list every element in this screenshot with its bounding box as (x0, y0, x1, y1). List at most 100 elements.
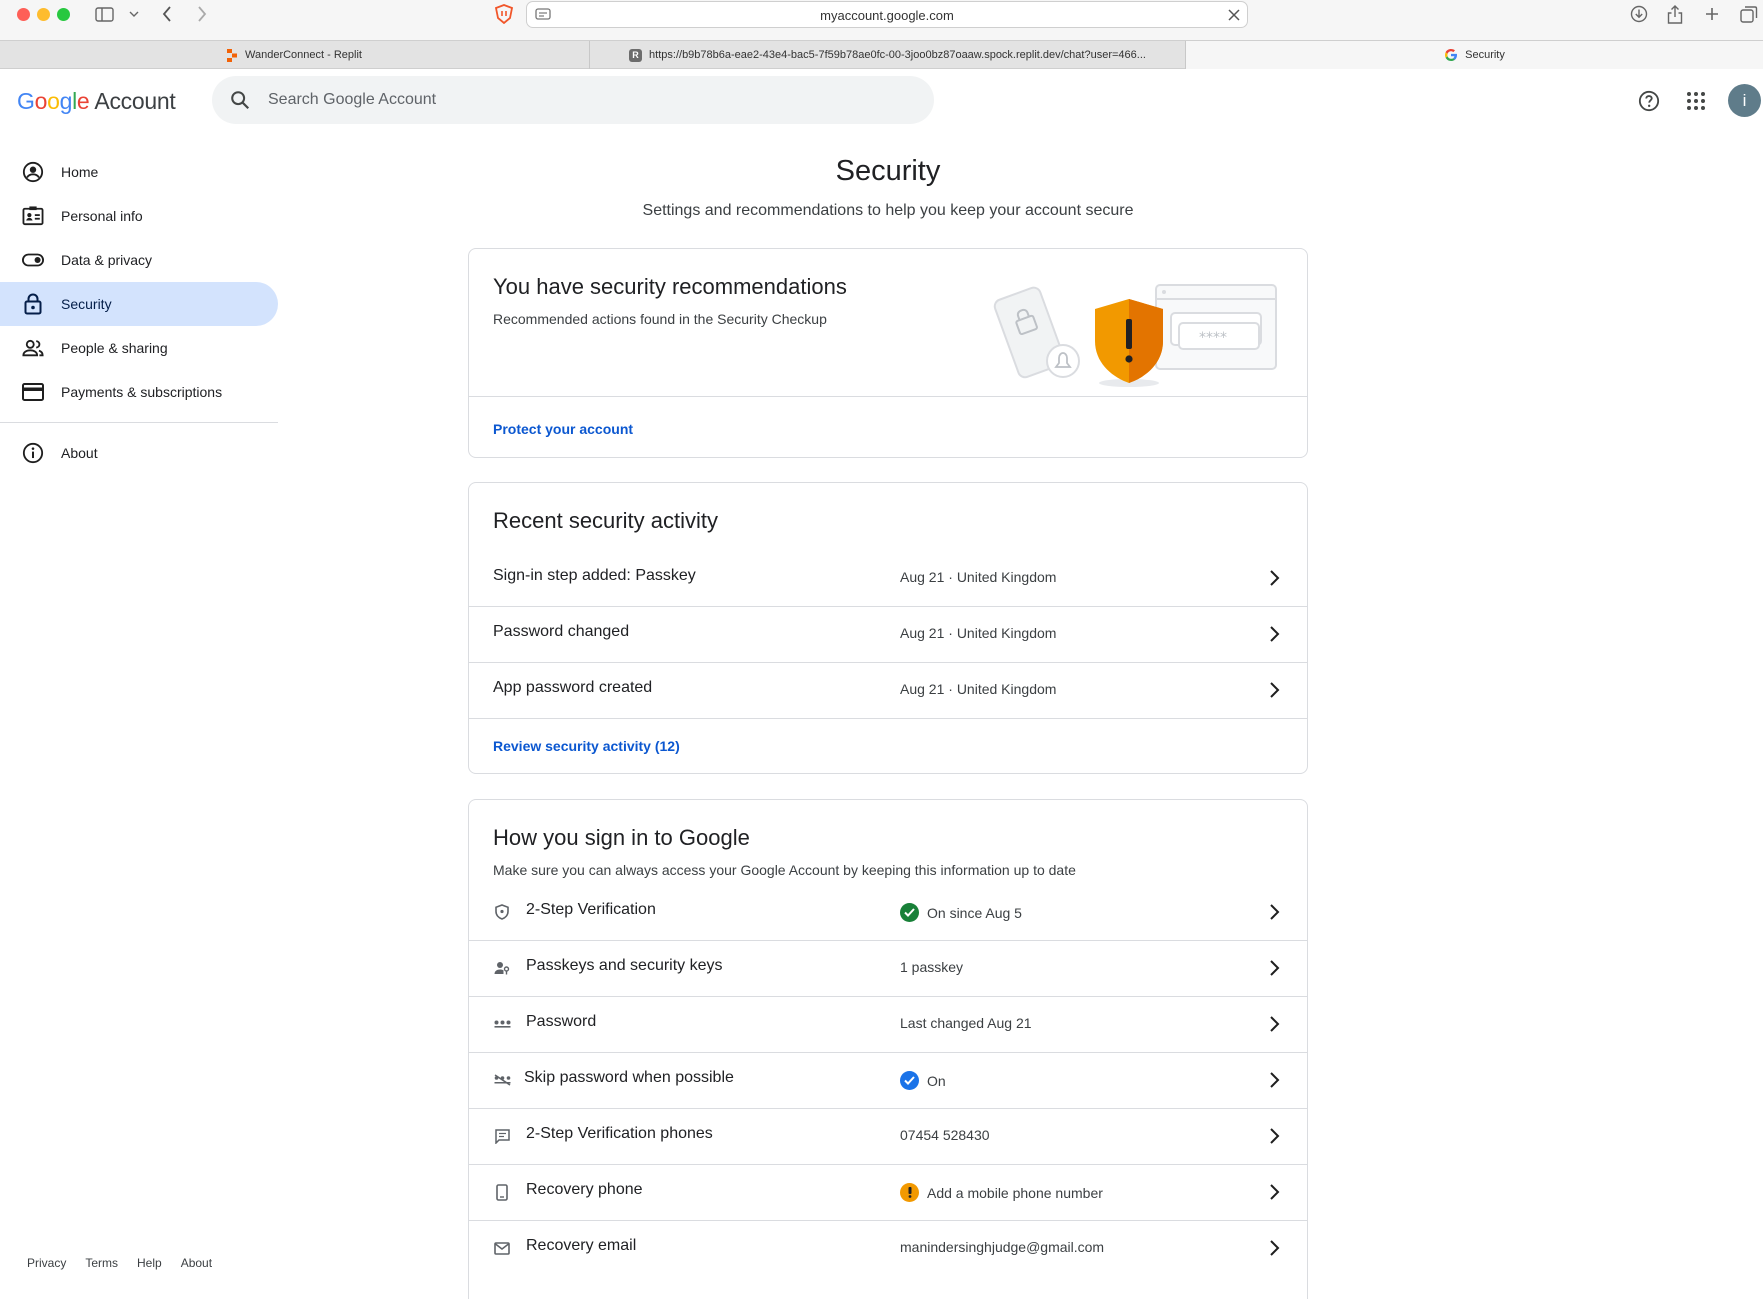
activity-row[interactable]: Password changed Aug 21 · United Kingdom (469, 606, 1307, 662)
sidebar-item-label: Security (61, 296, 112, 312)
phone-icon (493, 1183, 511, 1201)
back-icon[interactable] (157, 2, 177, 26)
activity-value: Aug 21 · United Kingdom (900, 625, 1057, 641)
footer-links: Privacy Terms Help About (27, 1256, 212, 1270)
chevron-down-icon[interactable] (127, 2, 141, 26)
address-bar[interactable]: myaccount.google.com (526, 1, 1248, 28)
new-tab-icon[interactable] (1701, 2, 1723, 26)
chevron-right-icon (1262, 622, 1286, 646)
forward-icon[interactable] (192, 2, 212, 26)
review-activity-link[interactable]: Review security activity (12) (493, 738, 680, 754)
person-key-icon (493, 959, 511, 977)
page-title: Security (835, 155, 941, 187)
toggle-icon (22, 249, 44, 271)
tab-security[interactable]: Security (1186, 41, 1763, 69)
activity-label: Password changed (493, 623, 630, 640)
search-input[interactable] (268, 88, 868, 112)
signin-row-password[interactable]: Password Last changed Aug 21 (469, 996, 1307, 1052)
warning-icon (900, 1183, 919, 1202)
chevron-right-icon (1262, 956, 1286, 980)
replit-r-icon: R (629, 48, 643, 62)
activity-value: Aug 21 · United Kingdom (900, 569, 1057, 585)
app-header: GoogleAccount i (0, 69, 1763, 133)
sidebar-item-personal-info[interactable]: Personal info (0, 194, 278, 238)
signin-row-recovery-phone[interactable]: Recovery phone Add a mobile phone number (469, 1164, 1307, 1220)
card-divider (469, 718, 1307, 719)
zoom-window-button[interactable] (57, 8, 70, 21)
tab-wanderconnect[interactable]: WanderConnect - Replit (0, 41, 590, 69)
footer-privacy-link[interactable]: Privacy (27, 1256, 66, 1270)
sidebar-item-data-privacy[interactable]: Data & privacy (0, 238, 278, 282)
signin-row-2sv[interactable]: 2-Step Verification On since Aug 5 (469, 884, 1307, 940)
tab-title: https://b9b78b6a-eae2-43e4-bac5-7f59b78a… (649, 49, 1146, 61)
help-icon[interactable] (1634, 86, 1664, 116)
apps-grid-icon[interactable] (1681, 86, 1711, 116)
sidebar-item-security[interactable]: Security (0, 282, 278, 326)
chevron-right-icon (1262, 1236, 1286, 1260)
close-window-button[interactable] (17, 8, 30, 21)
sidebar-divider (0, 422, 278, 423)
chevron-right-icon (1262, 1068, 1286, 1092)
password-dots-icon (493, 1015, 511, 1033)
check-circle-icon (900, 1071, 919, 1090)
chevron-right-icon (1262, 566, 1286, 590)
footer-help-link[interactable]: Help (137, 1256, 162, 1270)
sidebar-item-label: Home (61, 164, 99, 180)
tab-overview-icon[interactable] (1738, 2, 1760, 26)
sidebar-item-label: About (61, 445, 98, 461)
protect-account-link[interactable]: Protect your account (493, 421, 633, 437)
people-icon (22, 337, 44, 359)
signin-row-2sv-phones[interactable]: 2-Step Verification phones 07454 528430 (469, 1108, 1307, 1164)
sidebar-item-label: Personal info (61, 208, 143, 224)
message-icon (493, 1127, 511, 1145)
chevron-right-icon (1262, 1012, 1286, 1036)
row-label: 2-Step Verification (526, 901, 656, 918)
card-title: How you sign in to Google (493, 825, 750, 850)
minimize-window-button[interactable] (37, 8, 50, 21)
signin-row-skip-password[interactable]: Skip password when possible On (469, 1052, 1307, 1108)
search-bar[interactable] (212, 76, 934, 124)
card-divider (469, 396, 1307, 397)
row-value: manindersinghjudge@gmail.com (900, 1239, 1105, 1255)
skip-password-icon (493, 1071, 511, 1089)
tab-replit-chat[interactable]: R https://b9b78b6a-eae2-43e4-bac5-7f59b7… (590, 41, 1186, 69)
share-icon[interactable] (1664, 2, 1686, 26)
footer-about-link[interactable]: About (181, 1256, 212, 1270)
sidebar-item-label: Payments & subscriptions (61, 384, 223, 400)
signin-row-passkeys[interactable]: Passkeys and security keys 1 passkey (469, 940, 1307, 996)
url-text[interactable]: myaccount.google.com (527, 8, 1247, 23)
row-label: 2-Step Verification phones (526, 1125, 713, 1142)
google-account-logo[interactable]: Google Account (17, 88, 176, 115)
page-subtitle: Settings and recommendations to help you… (642, 202, 1134, 219)
chevron-right-icon (1262, 1124, 1286, 1148)
tab-title: Security (1465, 49, 1505, 61)
row-label: Recovery email (526, 1237, 637, 1254)
sidebar-item-about[interactable]: About (0, 431, 278, 475)
card-title: Recent security activity (493, 508, 718, 533)
clear-url-icon[interactable] (1228, 9, 1240, 21)
row-value: 07454 528430 (900, 1127, 990, 1143)
download-icon[interactable] (1628, 2, 1650, 26)
sidebar-item-people-sharing[interactable]: People & sharing (0, 326, 278, 370)
footer-terms-link[interactable]: Terms (85, 1256, 118, 1270)
activity-row[interactable]: App password created Aug 21 · United Kin… (469, 662, 1307, 718)
search-icon[interactable] (229, 89, 251, 111)
sidebar-item-home[interactable]: Home (0, 150, 278, 194)
replit-logo-icon (227, 48, 238, 62)
sidebar-item-payments[interactable]: Payments & subscriptions (0, 370, 278, 414)
avatar[interactable]: i (1728, 84, 1761, 117)
row-value: Last changed Aug 21 (900, 1015, 1032, 1031)
card-description: Make sure you can always access your Goo… (493, 862, 1076, 878)
logo-account-text: Account (94, 88, 176, 114)
card-description: Recommended actions found in the Securit… (493, 311, 827, 327)
credit-card-icon (22, 381, 44, 403)
row-label: Password (526, 1013, 597, 1030)
sidebar-toggle-icon[interactable] (93, 2, 115, 26)
activity-row[interactable]: Sign-in step added: Passkey Aug 21 · Uni… (469, 550, 1307, 606)
brave-shield-icon[interactable] (492, 2, 516, 26)
sidebar-item-label: Data & privacy (61, 252, 153, 268)
signin-row-recovery-email[interactable]: Recovery email manindersinghjudge@gmail.… (469, 1220, 1307, 1276)
recommendations-card: You have security recommendations Recomm… (468, 248, 1308, 458)
row-value: Add a mobile phone number (900, 1183, 1103, 1202)
tab-title: WanderConnect - Replit (245, 49, 362, 61)
